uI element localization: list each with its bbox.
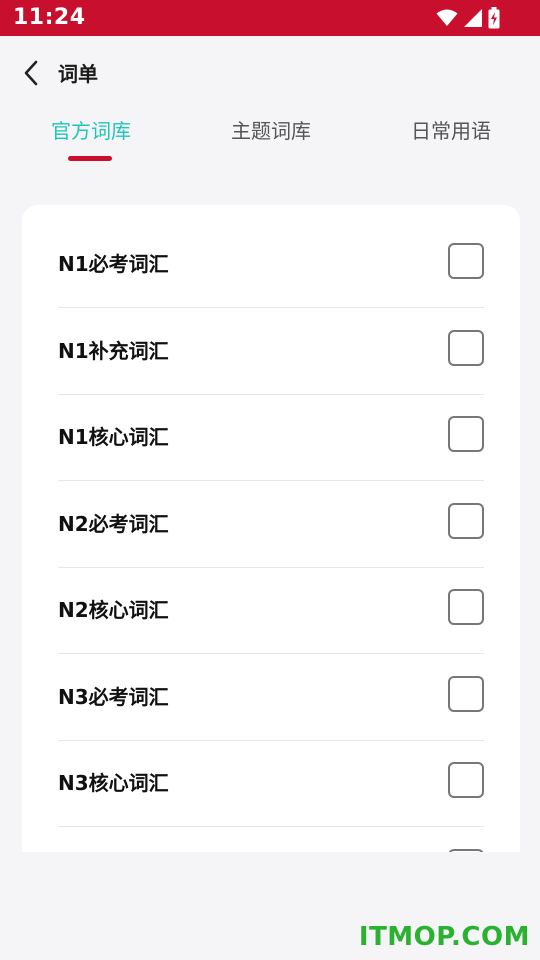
battery-charging-icon (488, 7, 500, 29)
list-item[interactable]: N3核心词汇 (58, 740, 484, 827)
wordlist-card: N1必考词汇 N1补充词汇 N1核心词汇 N2必考词汇 N2核心词汇 N3必考词… (22, 205, 520, 852)
wordlist-label: N2必考词汇 (58, 512, 169, 536)
list-item[interactable]: N1补充词汇 (58, 308, 484, 395)
wordlist-checkbox[interactable] (448, 676, 484, 712)
tab-daily-phrases[interactable]: 日常用语 (398, 112, 504, 156)
list-item[interactable]: N1核心词汇 (58, 394, 484, 481)
status-icons (436, 7, 500, 29)
wordlist-checkbox[interactable] (448, 589, 484, 625)
active-tab-indicator (68, 156, 112, 161)
list-item[interactable] (58, 827, 484, 852)
list-item[interactable]: N1必考词汇 (58, 221, 484, 308)
wordlist-checkbox[interactable] (448, 503, 484, 539)
wordlist-label: N3必考词汇 (58, 685, 169, 709)
wordlist-label: N1必考词汇 (58, 252, 169, 276)
chevron-left-icon (22, 60, 40, 90)
list-item[interactable]: N2必考词汇 (58, 481, 484, 568)
wordlist-label: N2核心词汇 (58, 598, 169, 622)
watermark: ITMOP.COM (358, 922, 530, 952)
page-title: 词单 (58, 62, 98, 86)
wordlist-checkbox[interactable] (448, 416, 484, 452)
cell-signal-icon (464, 9, 482, 27)
wordlist-label: N1补充词汇 (58, 339, 169, 363)
wordlist-checkbox[interactable] (448, 849, 484, 852)
wordlist-checkbox[interactable] (448, 330, 484, 366)
back-button[interactable] (14, 58, 48, 92)
tab-official-library[interactable]: 官方词库 (38, 112, 144, 156)
wordlist-checkbox[interactable] (448, 243, 484, 279)
tab-bar: 官方词库 主题词库 日常用语 (0, 112, 540, 168)
header: 词单 (0, 36, 540, 112)
wifi-icon (436, 9, 458, 27)
tab-theme-library[interactable]: 主题词库 (218, 112, 324, 156)
list-item[interactable]: N2核心词汇 (58, 567, 484, 654)
wordlist-checkbox[interactable] (448, 762, 484, 798)
list-item[interactable]: N3必考词汇 (58, 654, 484, 741)
wordlist-label: N3核心词汇 (58, 771, 169, 795)
status-time: 11:24 (13, 5, 86, 30)
status-bar: 11:24 (0, 0, 540, 36)
wordlist-label: N1核心词汇 (58, 425, 169, 449)
